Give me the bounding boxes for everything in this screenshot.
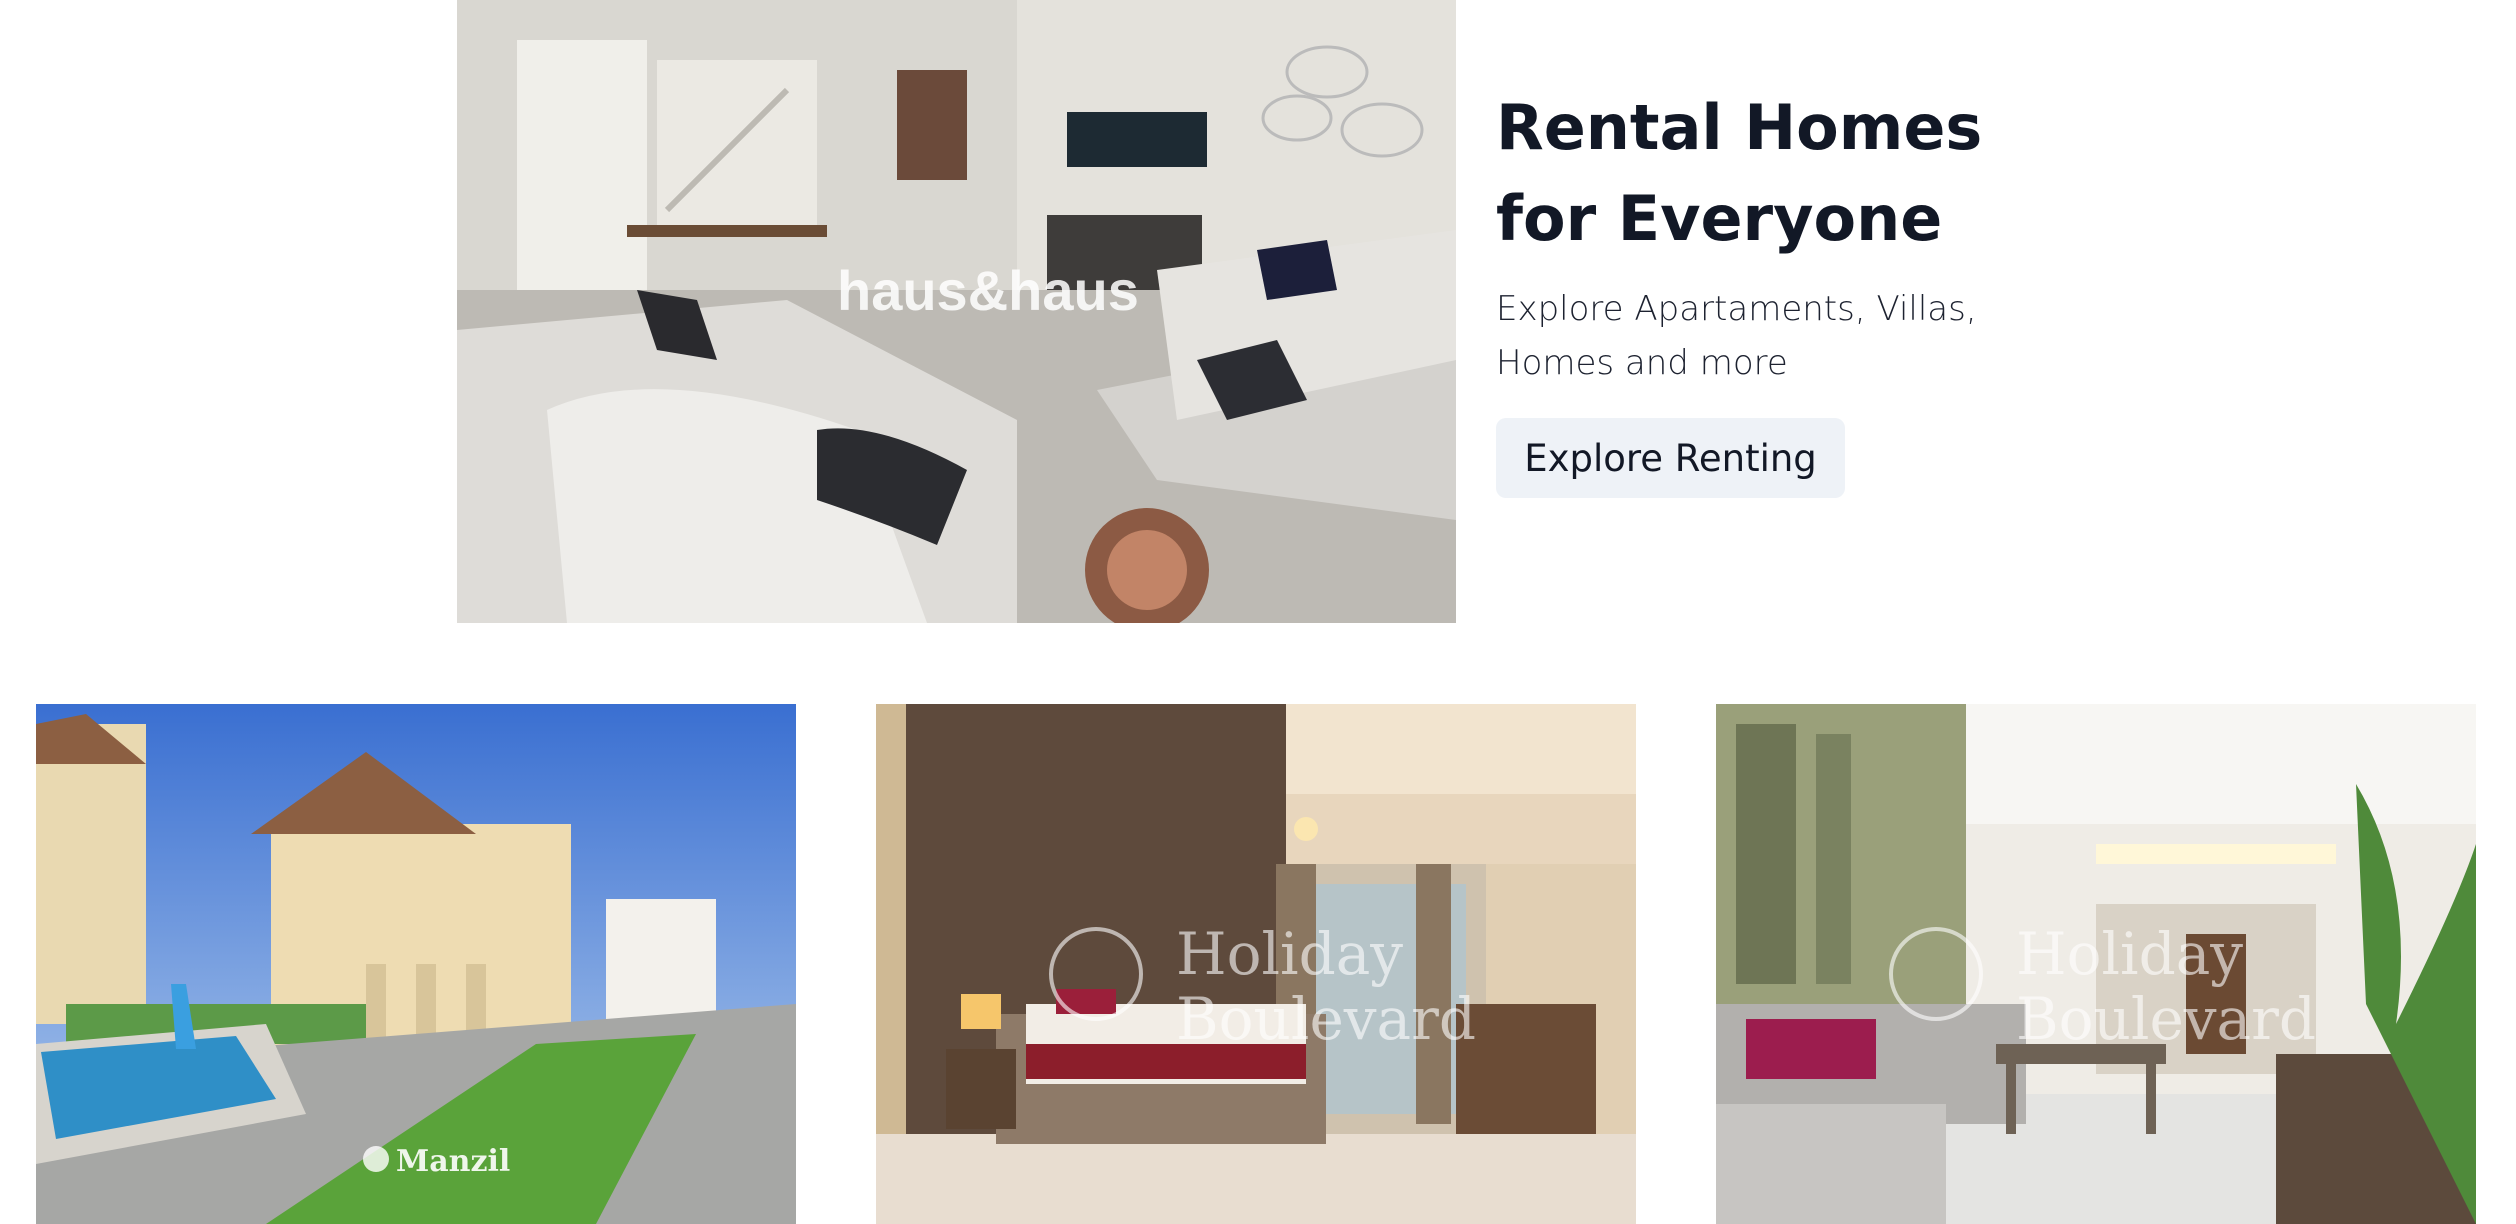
living-room-watermark-line2: Boulevard — [2016, 985, 2316, 1053]
property-card-villa[interactable]: Manzil — [36, 704, 796, 1224]
living-room-watermark-line1: Holiday — [2016, 920, 2243, 988]
explore-renting-button[interactable]: Explore Renting — [1496, 418, 1845, 498]
hero-subtitle: Explore Apartaments, Villas, Homes and m… — [1496, 289, 1977, 383]
living-room-photo: haus&haus — [457, 0, 1456, 623]
page-title: Rental Homes for Everyone — [1496, 91, 1983, 255]
villa-photo: Manzil — [36, 704, 796, 1224]
bedroom-watermark-line2: Boulevard — [1176, 985, 1476, 1053]
bedroom-watermark-line1: Holiday — [1176, 920, 1403, 988]
living-room-card-photo: Holiday Boulevard — [1716, 704, 2476, 1224]
hero-text-block: Rental Homes for Everyone Explore Aparta… — [1496, 82, 2096, 390]
hero-image: haus&haus — [457, 0, 1456, 623]
villa-watermark: Manzil — [396, 1144, 510, 1179]
property-card-bedroom[interactable]: Holiday Boulevard — [876, 704, 1636, 1224]
property-card-living-room[interactable]: Holiday Boulevard — [1716, 704, 2476, 1224]
bedroom-photo: Holiday Boulevard — [876, 704, 1636, 1224]
hero-watermark: haus&haus — [837, 259, 1139, 322]
